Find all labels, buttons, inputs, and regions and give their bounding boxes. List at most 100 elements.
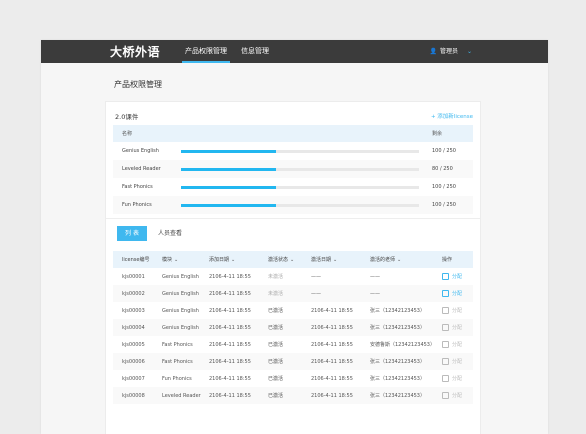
license-id: kjs00006 — [122, 358, 145, 365]
activation-date: 2106-4-11 18:55 — [311, 392, 353, 399]
activation-status: 已激活 — [268, 325, 284, 331]
assign-button[interactable]: 分配 — [442, 307, 462, 314]
user-name: 管理员 — [439, 48, 458, 55]
top-nav-bar: 大桥外语 产品权限管理 信息管理 👤 管理员 ⌄ — [41, 40, 548, 63]
section-title: 2.0课件 — [115, 113, 139, 121]
edit-icon — [442, 358, 449, 365]
header-teacher[interactable]: 激活的老师 ⌄ — [370, 256, 442, 263]
user-menu[interactable]: 👤 管理员 ⌄ — [429, 40, 472, 63]
license-table: license编号 模块 ⌄ 添加日期 ⌄ 激活状态 ⌄ 激活日期 ⌄ 激活的老师 ⌄ 操… — [113, 251, 473, 404]
activation-status: 已激活 — [268, 393, 284, 399]
teacher: 安德鲁斯（12342123453） — [370, 342, 435, 348]
assign-button[interactable]: 分配 — [442, 392, 462, 399]
app-window: 大桥外语 产品权限管理 信息管理 👤 管理员 ⌄ 产品权限管理 2.0课件 + … — [41, 40, 548, 434]
page-title: 产品权限管理 — [114, 80, 162, 89]
module: Genius English — [162, 324, 199, 331]
add-date: 2106-4-11 18:55 — [209, 392, 251, 399]
module: Genius English — [162, 290, 199, 297]
table-row: kjs00001 Genius English 2106-4-11 18:55 未激活… — [113, 268, 473, 285]
edit-icon — [442, 290, 449, 297]
table-row: kjs00003 Genius English 2106-4-11 18:55 已激活… — [113, 302, 473, 319]
module: Fast Phonics — [162, 341, 193, 348]
add-date: 2106-4-11 18:55 — [209, 324, 251, 331]
product-remain: 100 / 250 — [432, 202, 456, 208]
activation-date: —— — [311, 273, 321, 280]
header-name: 名称 — [122, 131, 133, 137]
assign-button[interactable]: 分配 — [442, 341, 462, 348]
teacher: 张三（12342123453） — [370, 376, 425, 382]
nav-item-product-permissions[interactable]: 产品权限管理 — [178, 40, 234, 63]
assign-button[interactable]: 分配 — [442, 375, 462, 382]
usage-progress-fill — [181, 149, 277, 153]
activation-date: —— — [311, 290, 321, 297]
chevron-down-icon: ⌄ — [397, 257, 402, 263]
tab-people-view[interactable]: 人员查看 — [158, 226, 182, 241]
app-logo: 大桥外语 — [110, 45, 161, 59]
license-id: kjs00003 — [122, 307, 145, 314]
teacher: 张三（12342123453） — [370, 325, 425, 331]
usage-progress-fill — [181, 203, 277, 207]
add-date: 2106-4-11 18:55 — [209, 290, 251, 297]
usage-progress-fill — [181, 185, 277, 189]
product-remain: 100 / 250 — [432, 148, 456, 154]
header-add-date[interactable]: 添加日期 ⌄ — [209, 256, 268, 263]
user-icon: 👤 — [429, 48, 437, 55]
usage-progress-bar — [181, 185, 419, 189]
usage-progress-bar — [181, 167, 419, 171]
edit-icon — [442, 341, 449, 348]
chevron-down-icon: ⌄ — [466, 48, 472, 55]
product-remain: 80 / 250 — [432, 166, 453, 172]
table-row: kjs00008 Leveled Reader 2106-4-11 18:55 已激活… — [113, 387, 473, 404]
usage-progress-fill — [181, 167, 277, 171]
module: Genius English — [162, 307, 199, 314]
activation-status: 已激活 — [268, 376, 284, 382]
table-row: kjs00004 Genius English 2106-4-11 18:55 已激活… — [113, 319, 473, 336]
assign-button[interactable]: 分配 — [442, 273, 462, 280]
module: Fun Phonics — [162, 375, 192, 382]
nav-item-info-management[interactable]: 信息管理 — [234, 40, 276, 63]
license-id: kjs00001 — [122, 273, 145, 280]
teacher: 张三（12342123453） — [370, 393, 425, 399]
product-remain: 100 / 250 — [432, 184, 456, 190]
divider — [106, 218, 480, 219]
license-id: kjs00007 — [122, 375, 145, 382]
add-license-button[interactable]: + 添加新license — [431, 112, 473, 120]
activation-status: 已激活 — [268, 308, 284, 314]
product-row: Genius English 100 / 250 — [113, 142, 473, 160]
product-table: 名称 剩余 Genius English 100 / 250 Leveled Rea… — [113, 125, 473, 214]
header-action: 操作 — [442, 257, 453, 263]
activation-date: 2106-4-11 18:55 — [311, 324, 353, 331]
tab-list[interactable]: 列 表 — [117, 226, 147, 241]
license-id: kjs00005 — [122, 341, 145, 348]
header-module[interactable]: 模块 ⌄ — [162, 256, 209, 263]
product-row: Fast Phonics 100 / 250 — [113, 178, 473, 196]
product-name: Fun Phonics — [122, 202, 152, 208]
edit-icon — [442, 324, 449, 331]
teacher: 张三（12342123453） — [370, 308, 425, 314]
assign-button[interactable]: 分配 — [442, 290, 462, 297]
edit-icon — [442, 392, 449, 399]
product-name: Genius English — [122, 148, 159, 154]
activation-status: 未激活 — [268, 274, 284, 280]
module: Leveled Reader — [162, 392, 201, 399]
assign-button[interactable]: 分配 — [442, 324, 462, 331]
activation-date: 2106-4-11 18:55 — [311, 375, 353, 382]
add-date: 2106-4-11 18:55 — [209, 307, 251, 314]
content-card: 2.0课件 + 添加新license 名称 剩余 Genius English 1… — [105, 101, 481, 434]
activation-status: 已激活 — [268, 359, 284, 365]
header-activation-date[interactable]: 激活日期 ⌄ — [311, 256, 370, 263]
header-status[interactable]: 激活状态 ⌄ — [268, 256, 311, 263]
usage-progress-bar — [181, 203, 419, 207]
add-date: 2106-4-11 18:55 — [209, 273, 251, 280]
product-row: Fun Phonics 100 / 250 — [113, 196, 473, 214]
teacher: —— — [370, 290, 380, 297]
license-id: kjs00004 — [122, 324, 145, 331]
chevron-down-icon: ⌄ — [174, 257, 179, 263]
product-name: Fast Phonics — [122, 184, 153, 190]
assign-button[interactable]: 分配 — [442, 358, 462, 365]
chevron-down-icon: ⌄ — [290, 257, 295, 263]
add-date: 2106-4-11 18:55 — [209, 358, 251, 365]
page: 大桥外语 产品权限管理 信息管理 👤 管理员 ⌄ 产品权限管理 2.0课件 + … — [0, 0, 586, 434]
table-row: kjs00006 Fast Phonics 2106-4-11 18:55 已激活 21… — [113, 353, 473, 370]
header-license-id: license编号 — [122, 257, 150, 263]
